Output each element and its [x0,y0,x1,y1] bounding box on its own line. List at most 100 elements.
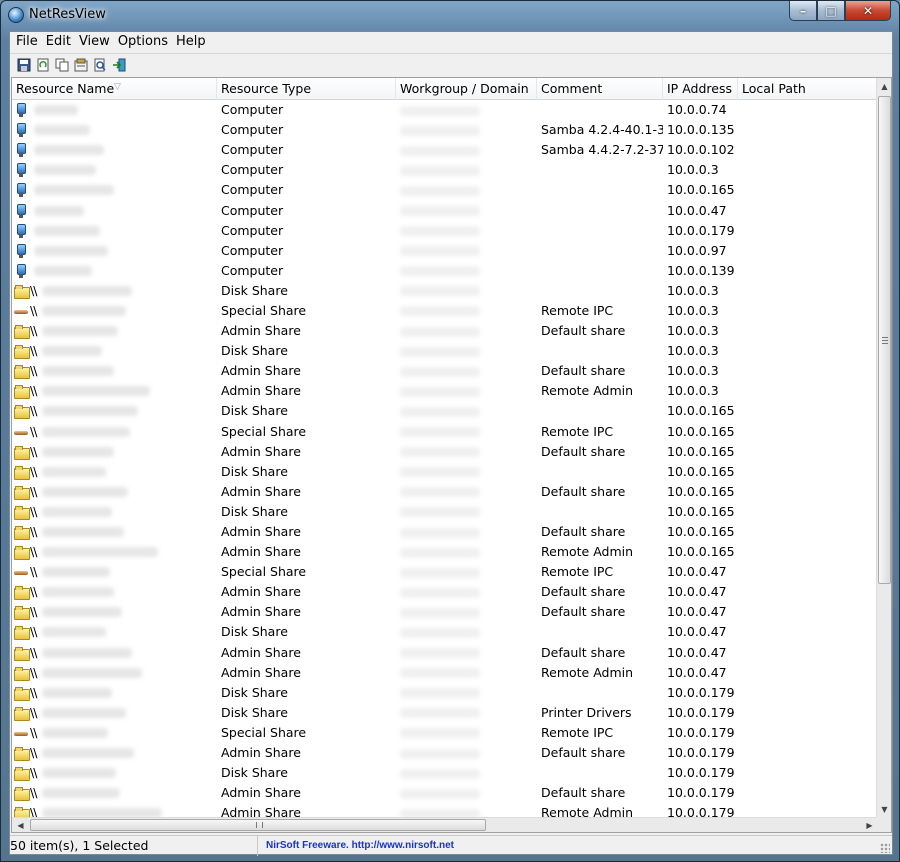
cell-local-path [738,522,878,542]
menu-help[interactable]: Help [172,32,210,52]
cell-ip-address: 10.0.0.139 [667,262,735,278]
redacted-name [34,165,96,176]
cell-local-path [738,442,878,462]
table-row[interactable]: Computer 10.0.0.74 [12,100,878,120]
table-row[interactable]: \\ Admin Share Default share 10.0.0.165 [12,482,878,502]
folder-icon [14,404,30,420]
column-resource-name[interactable]: Resource Name ▽ [12,78,217,100]
cell-resource-type: Admin Share [221,363,301,379]
redacted-name [42,607,123,618]
horizontal-scroll-thumb[interactable] [30,819,486,831]
scroll-up-icon[interactable]: ▲ [877,78,891,95]
save-icon [17,58,31,71]
cell-resource-type: Computer [221,262,284,278]
table-row[interactable]: \\ Special Share Remote IPC 10.0.0.3 [12,301,878,321]
table-row[interactable]: \\ Disk Share 10.0.0.165 [12,462,878,482]
cell-workgroup [396,723,537,743]
cell-resource-name: \\ [12,502,217,522]
menu-view[interactable]: View [75,32,114,52]
table-row[interactable]: Computer Samba 4.4.2-7.2-37...10.0.0.102 [12,140,878,160]
table-row[interactable]: \\ Disk Share 10.0.0.3 [12,341,878,361]
exit-button[interactable] [111,57,127,73]
folder-icon [14,284,30,299]
table-row[interactable]: Computer 10.0.0.165 [12,180,878,200]
maximize-button[interactable]: □ [817,1,845,21]
table-row[interactable]: Computer 10.0.0.47 [12,200,878,220]
save-button[interactable] [16,57,32,73]
table-row[interactable]: \\ Disk Share 10.0.0.3 [12,281,878,301]
scroll-left-icon[interactable]: ◀ [12,818,29,832]
menu-edit[interactable]: Edit [42,32,75,52]
table-row[interactable]: \\ Disk Share 10.0.0.165 [12,401,878,421]
redacted-workgroup [400,386,480,397]
horizontal-scrollbar[interactable]: ◀ ▶ [12,817,878,832]
minimize-button[interactable]: – [789,1,817,21]
properties-icon [74,58,88,71]
table-row[interactable]: \\ Admin Share Default share 10.0.0.165 [12,442,878,462]
cell-comment: Remote IPC [541,724,614,740]
table-row[interactable]: \\ Admin Share Default share 10.0.0.47 [12,602,878,622]
table-row[interactable]: Computer 10.0.0.97 [12,241,878,261]
table-row[interactable]: \\ Disk Share 10.0.0.47 [12,622,878,642]
resource-list[interactable]: Resource Name ▽ Resource Type Workgroup … [11,77,892,833]
table-row[interactable]: \\ Admin Share Default share 10.0.0.47 [12,582,878,602]
column-comment[interactable]: Comment [537,78,663,100]
cell-resource-name: \\ [12,442,217,462]
cell-comment: Remote Admin [541,383,634,399]
client-area: File Edit View Options Help Resource Nam… [9,31,893,856]
table-row[interactable]: \\ Admin Share Default share 10.0.0.179 [12,743,878,763]
title-bar[interactable]: NetResView – □ ✕ [1,1,899,31]
find-button[interactable] [92,57,108,73]
table-row[interactable]: Computer 10.0.0.3 [12,160,878,180]
table-row[interactable]: \\ Admin Share Remote Admin 10.0.0.47 [12,663,878,683]
table-row[interactable]: Computer 10.0.0.179 [12,221,878,241]
column-workgroup[interactable]: Workgroup / Domain [396,78,537,100]
column-ip-address[interactable]: IP Address [663,78,738,100]
table-row[interactable]: \\ Special Share Remote IPC 10.0.0.179 [12,723,878,743]
table-row[interactable]: \\ Admin Share Remote Admin 10.0.0.3 [12,381,878,401]
column-resource-type[interactable]: Resource Type [217,78,396,100]
copy-button[interactable] [54,57,70,73]
table-row[interactable]: Computer Samba 4.2.4-40.1-3...10.0.0.135 [12,120,878,140]
menu-bar: File Edit View Options Help [10,32,892,52]
column-local-path[interactable]: Local Path [738,78,878,100]
cell-local-path [738,301,878,321]
table-row[interactable]: \\ Admin Share Default share 10.0.0.165 [12,522,878,542]
vertical-scrollbar[interactable]: ▲ ▼ [876,78,891,818]
scroll-down-icon[interactable]: ▼ [877,801,891,818]
redacted-workgroup [400,587,480,598]
table-row[interactable]: \\ Admin Share Default share 10.0.0.3 [12,361,878,381]
menu-file[interactable]: File [12,32,42,52]
table-row[interactable]: \\ Disk Share Printer Drivers 10.0.0.179 [12,703,878,723]
resize-grip-icon[interactable] [880,843,890,853]
folder-icon [14,766,30,782]
table-row[interactable]: \\ Disk Share 10.0.0.165 [12,502,878,522]
menu-options[interactable]: Options [114,32,172,52]
table-row[interactable]: \\ Admin Share Default share 10.0.0.3 [12,321,878,341]
table-row[interactable]: \\ Admin Share Remote Admin 10.0.0.165 [12,542,878,562]
find-icon [94,58,106,71]
unc-prefix: \\ [30,323,38,339]
refresh-button[interactable] [35,57,51,73]
close-button[interactable]: ✕ [845,1,891,21]
vertical-scroll-thumb[interactable] [878,96,891,584]
properties-button[interactable] [73,57,89,73]
cell-workgroup [396,261,537,281]
table-row[interactable]: \\ Admin Share Default share 10.0.0.47 [12,643,878,663]
table-row[interactable]: \\ Admin Share Default share 10.0.0.179 [12,783,878,803]
redacted-name [42,366,115,377]
table-row[interactable]: \\ Disk Share 10.0.0.179 [12,763,878,783]
table-row[interactable]: \\ Special Share Remote IPC 10.0.0.165 [12,422,878,442]
nirsoft-link[interactable]: NirSoft Freeware. http://www.nirsoft.net [258,840,454,851]
cell-comment: Default share [541,483,626,499]
folder-icon [14,585,30,601]
folder-icon [14,786,30,802]
cell-workgroup [396,442,537,462]
table-row[interactable]: \\ Disk Share 10.0.0.179 [12,683,878,703]
table-row[interactable]: \\ Special Share Remote IPC 10.0.0.47 [12,562,878,582]
table-row[interactable]: Computer 10.0.0.139 [12,261,878,281]
cell-comment [537,180,663,200]
redacted-workgroup [400,185,480,196]
folder-icon [14,465,30,480]
list-header: Resource Name ▽ Resource Type Workgroup … [12,78,878,100]
